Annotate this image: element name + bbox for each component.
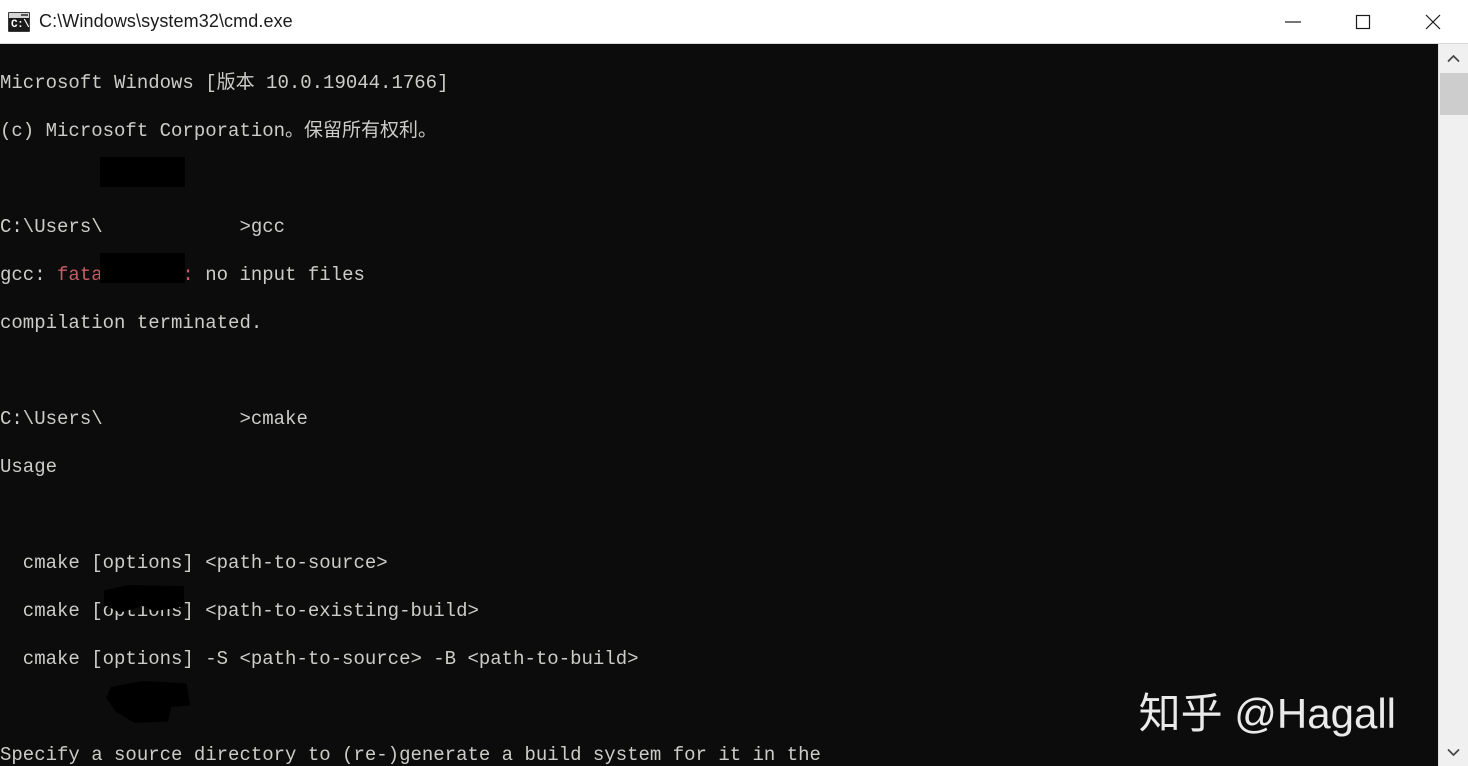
console-line-version: Microsoft Windows [版本 10.0.19044.1766] [0, 72, 449, 94]
cmd-console-icon: C:\ [8, 11, 30, 32]
console-line-prompt-cmake: C:\Users\ >cmake [0, 407, 1438, 431]
console-line-usage-3: cmake [options] -S <path-to-source> -B <… [0, 648, 639, 670]
prompt-command-cmake: >cmake [239, 408, 308, 430]
console-line-blank [0, 167, 1438, 191]
close-button[interactable] [1398, 0, 1468, 44]
redaction-block-username-cmake [100, 253, 185, 283]
scroll-down-arrow-icon[interactable] [1439, 738, 1468, 766]
scroll-up-arrow-icon[interactable] [1439, 44, 1468, 72]
watermark: 知乎 @Hagall [1138, 690, 1396, 737]
console-line-blank [0, 359, 1438, 383]
console-line-prompt-gcc: C:\Users\ >gcc [0, 215, 1438, 239]
vertical-scrollbar[interactable] [1438, 44, 1468, 766]
prompt-command-gcc: >gcc [239, 216, 286, 238]
window-title: C:\Windows\system32\cmd.exe [39, 11, 293, 31]
cmd-window: C:\ C:\Windows\system32\cmd.exe Microsof… [0, 0, 1468, 766]
cmd-icon-label: C:\ [11, 18, 30, 31]
console-line-usage-2: cmake [options] <path-to-existing-build> [0, 600, 479, 622]
redacted-username-spacer-cmake [103, 408, 240, 430]
minimize-button[interactable] [1258, 0, 1328, 44]
redaction-block-username-gcc [100, 157, 185, 187]
console-line-gcc-terminated: compilation terminated. [0, 312, 263, 334]
console-line-blank [0, 503, 1438, 527]
maximize-button[interactable] [1328, 0, 1398, 44]
gcc-error-prefix: gcc: [0, 264, 58, 286]
console-line-gcc-error: gcc: fatal error: no input files [0, 263, 1438, 287]
scrollbar-thumb[interactable] [1440, 73, 1468, 115]
console-line-copyright: (c) Microsoft Corporation。保留所有权利。 [0, 120, 438, 142]
console-text: Microsoft Windows [版本 10.0.19044.1766] (… [0, 47, 1438, 766]
prompt-path-gcc: C:\Users\ [0, 216, 103, 238]
console-line-desc-1: Specify a source directory to (re-)gener… [0, 744, 821, 766]
console-line-usage-header: Usage [0, 456, 58, 478]
window-controls [1258, 0, 1468, 44]
prompt-path-cmake: C:\Users\ [0, 408, 103, 430]
titlebar[interactable]: C:\ C:\Windows\system32\cmd.exe [0, 0, 1468, 44]
gcc-error-message: no input files [193, 264, 365, 286]
redacted-username-spacer-gcc [103, 216, 240, 238]
console-output-area[interactable]: Microsoft Windows [版本 10.0.19044.1766] (… [0, 44, 1438, 766]
console-line-usage-1: cmake [options] <path-to-source> [0, 552, 388, 574]
